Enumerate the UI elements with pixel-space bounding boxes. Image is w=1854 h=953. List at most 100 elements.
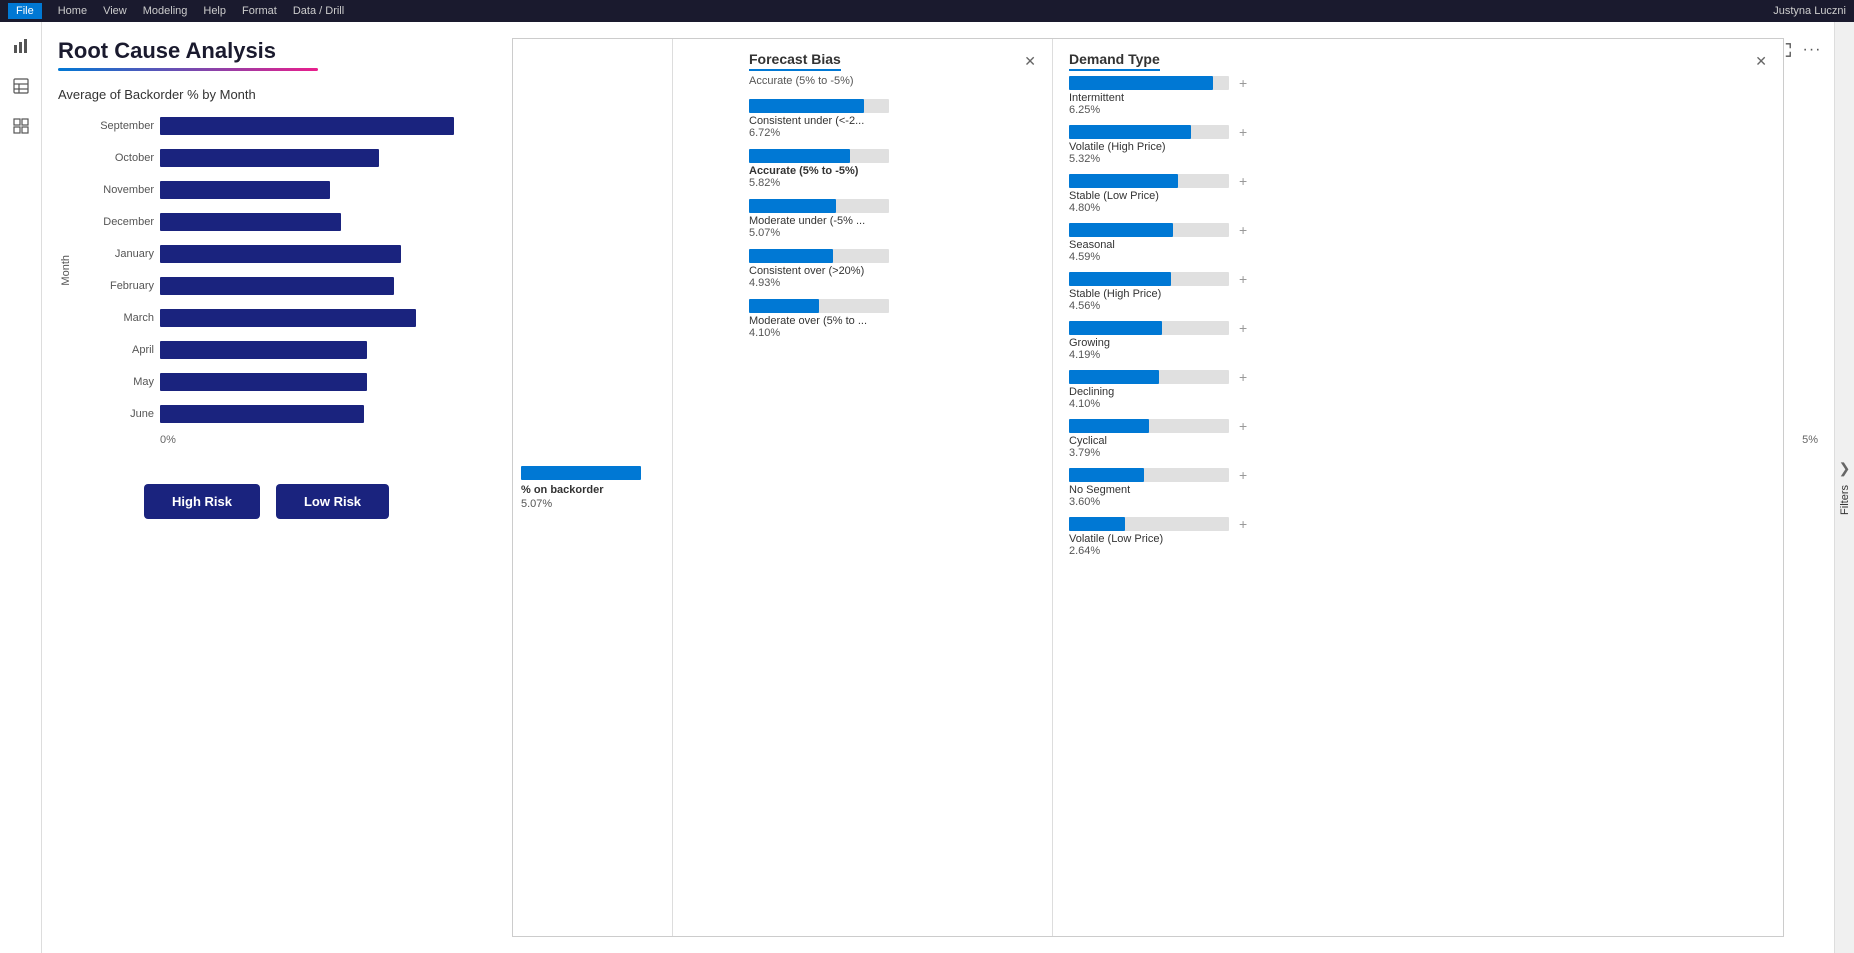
demand-bar-track (1069, 272, 1229, 286)
bar-label: June (74, 408, 154, 420)
demand-bar-fill (1069, 174, 1178, 188)
menu-data-drill[interactable]: Data / Drill (293, 5, 344, 17)
menu-format[interactable]: Format (242, 5, 277, 17)
content-area: ··· Root Cause Analysis Average of Backo… (42, 22, 1834, 953)
demand-value: 4.19% (1069, 349, 1767, 361)
demand-bar-fill (1069, 125, 1191, 139)
demand-expand-icon[interactable]: + (1239, 222, 1247, 238)
bar-label: April (74, 344, 154, 356)
forecast-bias-header: Forecast Bias ✕ (749, 51, 1036, 71)
demand-type-item[interactable]: +Intermittent6.25% (1069, 75, 1767, 116)
demand-name: Growing (1069, 337, 1767, 349)
demand-expand-icon[interactable]: + (1239, 124, 1247, 140)
demand-value: 2.64% (1069, 545, 1767, 557)
bar-row[interactable]: March (74, 302, 454, 334)
bar-row[interactable]: January (74, 238, 454, 270)
demand-bar-track (1069, 468, 1229, 482)
decomp-value: 6.72% (749, 127, 1036, 139)
decomp-value: 5.82% (749, 177, 1036, 189)
demand-bar-fill (1069, 419, 1149, 433)
demand-type-item[interactable]: +No Segment3.60% (1069, 467, 1767, 508)
menu-modeling[interactable]: Modeling (143, 5, 188, 17)
demand-type-close[interactable]: ✕ (1755, 53, 1767, 70)
bar-row[interactable]: June (74, 398, 454, 430)
demand-expand-icon[interactable]: + (1239, 467, 1247, 483)
bar-fill (160, 277, 394, 295)
decomp-bar-fill (749, 199, 836, 213)
demand-bar-track (1069, 125, 1229, 139)
demand-value: 4.56% (1069, 300, 1767, 312)
high-risk-button[interactable]: High Risk (144, 484, 260, 519)
demand-expand-icon[interactable]: + (1239, 369, 1247, 385)
demand-value: 6.25% (1069, 104, 1767, 116)
demand-type-item[interactable]: +Declining4.10% (1069, 369, 1767, 410)
demand-type-item[interactable]: +Volatile (High Price)5.32% (1069, 124, 1767, 165)
menu-file[interactable]: File (8, 3, 42, 19)
demand-name: Volatile (Low Price) (1069, 533, 1767, 545)
demand-type-item[interactable]: +Cyclical3.79% (1069, 418, 1767, 459)
bar-fill (160, 405, 364, 423)
demand-bar-track (1069, 517, 1229, 531)
decomp-name: Consistent over (>20%) (749, 265, 1036, 277)
menu-help[interactable]: Help (203, 5, 226, 17)
table-icon-btn[interactable] (5, 70, 37, 102)
bar-row[interactable]: October (74, 142, 454, 174)
demand-type-item[interactable]: +Stable (High Price)4.56% (1069, 271, 1767, 312)
forecast-bias-items: Consistent under (<-2...6.72% Accurate (5… (749, 99, 1036, 339)
root-value: 5.07% (521, 498, 552, 510)
forecast-bias-item[interactable]: Consistent over (>20%)4.93% (749, 249, 1036, 289)
menu-home[interactable]: Home (58, 5, 87, 17)
decomp-bar-track (749, 149, 889, 163)
connector-svg (673, 39, 733, 936)
decomp-name: Accurate (5% to -5%) (749, 165, 1036, 177)
demand-value: 3.60% (1069, 496, 1767, 508)
collapse-icon[interactable]: ❯ (1839, 460, 1851, 477)
demand-name: Stable (High Price) (1069, 288, 1767, 300)
demand-type-item[interactable]: +Volatile (Low Price)2.64% (1069, 516, 1767, 557)
demand-bar-fill (1069, 76, 1213, 90)
bar-row[interactable]: September (74, 110, 454, 142)
bar-label: May (74, 376, 154, 388)
top-bar: File Home View Modeling Help Format Data… (0, 0, 1854, 22)
decomp-bar-fill (749, 249, 833, 263)
decomp-bar-fill (749, 149, 850, 163)
demand-type-panel: Demand Type ✕ +Intermittent6.25%+Volatil… (1053, 39, 1783, 936)
forecast-bias-close[interactable]: ✕ (1024, 53, 1036, 70)
bar-row[interactable]: April (74, 334, 454, 366)
filters-label[interactable]: Filters (1839, 485, 1851, 515)
demand-bar-fill (1069, 370, 1159, 384)
menu-view[interactable]: View (103, 5, 127, 17)
decomp-name: Moderate under (-5% ... (749, 215, 1036, 227)
bar-row[interactable]: December (74, 206, 454, 238)
bar-track (160, 309, 454, 327)
demand-name: Intermittent (1069, 92, 1767, 104)
forecast-bias-title: Forecast Bias (749, 51, 841, 71)
more-toolbar-icon[interactable]: ··· (1800, 38, 1824, 62)
bar-chart-icon-btn[interactable] (5, 30, 37, 62)
forecast-bias-item[interactable]: Accurate (5% to -5%)5.82% (749, 149, 1036, 189)
low-risk-button[interactable]: Low Risk (276, 484, 389, 519)
demand-expand-icon[interactable]: + (1239, 75, 1247, 91)
forecast-bias-item[interactable]: Moderate under (-5% ...5.07% (749, 199, 1036, 239)
bar-row[interactable]: May (74, 366, 454, 398)
demand-expand-icon[interactable]: + (1239, 418, 1247, 434)
demand-expand-icon[interactable]: + (1239, 320, 1247, 336)
forecast-bias-item[interactable]: Moderate over (5% to ...4.10% (749, 299, 1036, 339)
demand-type-title: Demand Type (1069, 51, 1160, 71)
grid-icon-btn[interactable] (5, 110, 37, 142)
demand-expand-icon[interactable]: + (1239, 173, 1247, 189)
root-bar (521, 466, 641, 480)
demand-bar-track (1069, 321, 1229, 335)
demand-type-item[interactable]: +Growing4.19% (1069, 320, 1767, 361)
demand-expand-icon[interactable]: + (1239, 516, 1247, 532)
demand-expand-icon[interactable]: + (1239, 271, 1247, 287)
bar-fill (160, 149, 379, 167)
bar-chart-area: SeptemberOctoberNovemberDecemberJanuaryF… (74, 110, 454, 430)
bar-row[interactable]: November (74, 174, 454, 206)
bar-row[interactable]: February (74, 270, 454, 302)
bar-fill (160, 341, 367, 359)
demand-type-item[interactable]: +Seasonal4.59% (1069, 222, 1767, 263)
forecast-bias-item[interactable]: Consistent under (<-2...6.72% (749, 99, 1036, 139)
demand-type-item[interactable]: +Stable (Low Price)4.80% (1069, 173, 1767, 214)
decomp-bar-track (749, 199, 889, 213)
